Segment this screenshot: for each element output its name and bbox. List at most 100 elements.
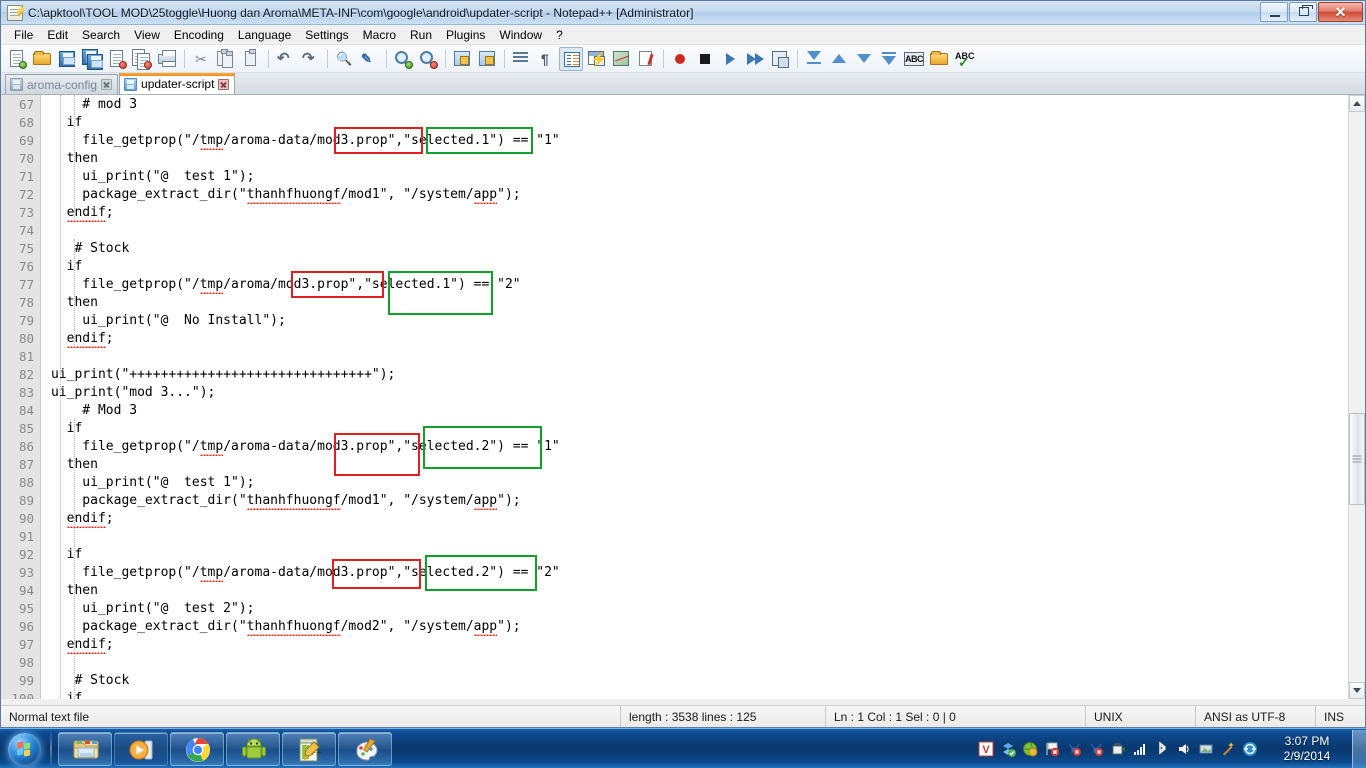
menu-encoding[interactable]: Encoding (167, 26, 231, 44)
new-file-icon[interactable] (5, 47, 29, 71)
open-file-icon[interactable] (30, 47, 54, 71)
vertical-scrollbar[interactable] (1348, 95, 1365, 699)
code-line[interactable]: 82 ui_print("++++++++++++++++++++++++++++… (1, 365, 1348, 383)
tray-globe-icon[interactable] (1022, 741, 1038, 757)
close-tab-icon[interactable] (218, 78, 230, 90)
menu-help[interactable]: ? (549, 26, 570, 44)
run-multi-macro-icon[interactable] (743, 47, 767, 71)
code-line[interactable]: 85 if (1, 419, 1348, 437)
code-line[interactable]: 95 ui_print("@ test 2"); (1, 599, 1348, 617)
open-folder-icon[interactable] (927, 47, 951, 71)
code-line[interactable]: 98 (1, 653, 1348, 671)
tray-magic-icon[interactable] (1220, 741, 1236, 757)
menu-search[interactable]: Search (75, 26, 127, 44)
code-line[interactable]: 69 file_getprop("/tmp/aroma-data/mod3.pr… (1, 131, 1348, 149)
tray-safely-remove-icon[interactable] (1110, 741, 1126, 757)
tray-flag-error-icon[interactable] (1044, 741, 1060, 757)
udl-dialog-icon[interactable]: ⚡ (584, 47, 608, 71)
indent-guide-icon[interactable] (559, 46, 583, 71)
code-line[interactable]: 87 then (1, 455, 1348, 473)
taskbar-notepadpp-icon[interactable]: ++ (282, 731, 336, 766)
undo-icon[interactable]: ↶ (273, 47, 297, 71)
tab-updater-script[interactable]: updater-script (119, 73, 236, 94)
close-file-icon[interactable] (105, 47, 129, 71)
redo-icon[interactable]: ↷ (298, 47, 322, 71)
code-line[interactable]: 84 # Mod 3 (1, 401, 1348, 419)
prev-bookmark-icon[interactable] (827, 47, 851, 71)
code-line[interactable]: 78 then (1, 293, 1348, 311)
code-line[interactable]: 90 endif; (1, 509, 1348, 527)
code-line[interactable]: 100 if (1, 689, 1348, 700)
show-desktop-button[interactable] (1352, 729, 1366, 768)
tray-teamviewer-icon[interactable] (1242, 741, 1258, 757)
verify-spell-icon[interactable]: ABC ✓ (952, 47, 976, 71)
spellcheck-icon[interactable]: ABC (902, 47, 926, 71)
code-line[interactable]: 73 endif; (1, 203, 1348, 221)
menu-file[interactable]: File (7, 26, 40, 44)
replace-icon[interactable]: ✎ (357, 47, 381, 71)
menu-window[interactable]: Window (492, 26, 549, 44)
close-all-icon[interactable] (130, 47, 154, 71)
tray-dropbox-icon[interactable] (1000, 741, 1016, 757)
code-line[interactable]: 92 if (1, 545, 1348, 563)
show-all-chars-icon[interactable]: ¶ (534, 47, 558, 71)
code-line[interactable]: 74 (1, 221, 1348, 239)
code-line[interactable]: 68 if (1, 113, 1348, 131)
play-macro-icon[interactable] (718, 47, 742, 71)
menu-view[interactable]: View (127, 26, 167, 44)
code-line[interactable]: 86 file_getprop("/tmp/aroma-data/mod3.pr… (1, 437, 1348, 455)
word-wrap-icon[interactable] (509, 47, 533, 71)
save-macro-icon[interactable] (768, 47, 792, 71)
function-list-icon[interactable] (634, 47, 658, 71)
taskbar-explorer-icon[interactable] (58, 731, 112, 766)
scroll-up-icon[interactable] (1349, 95, 1365, 112)
doc-map-icon[interactable] (609, 47, 633, 71)
code-line[interactable]: 77 file_getprop("/tmp/aroma/mod3.prop","… (1, 275, 1348, 293)
find-icon[interactable]: 🔍 (332, 47, 356, 71)
tray-signal-icon[interactable] (1132, 741, 1148, 757)
code-line[interactable]: 76 if (1, 257, 1348, 275)
taskbar-android-icon[interactable] (226, 731, 280, 766)
windows-start-orb-icon[interactable] (2, 731, 48, 767)
code-line[interactable]: 75 # Stock (1, 239, 1348, 257)
zoom-in-icon[interactable] (391, 47, 415, 71)
code-line[interactable]: 91 (1, 527, 1348, 545)
menu-plugins[interactable]: Plugins (439, 26, 492, 44)
paste-icon[interactable] (239, 47, 263, 71)
code-line[interactable]: 81 (1, 347, 1348, 365)
menu-language[interactable]: Language (231, 26, 298, 44)
code-line[interactable]: 80 endif; (1, 329, 1348, 347)
cut-icon[interactable]: ✂ (189, 47, 213, 71)
tray-display-icon[interactable] (1198, 741, 1214, 757)
save-icon[interactable] (55, 47, 79, 71)
code-line[interactable]: 94 then (1, 581, 1348, 599)
tray-volume-icon[interactable] (1176, 741, 1192, 757)
first-bookmark-icon[interactable] (802, 47, 826, 71)
taskbar-paint-icon[interactable] (338, 731, 392, 766)
close-button[interactable]: ✕ (1318, 2, 1363, 22)
record-macro-icon[interactable] (668, 47, 692, 71)
print-icon[interactable] (155, 47, 179, 71)
scrollbar-thumb[interactable] (1349, 413, 1365, 505)
stop-macro-icon[interactable] (693, 47, 717, 71)
code-line[interactable]: 96 package_extract_dir("thanhfhuongf/mod… (1, 617, 1348, 635)
code-line[interactable]: 79 ui_print("@ No Install"); (1, 311, 1348, 329)
tray-bluetooth-icon[interactable] (1154, 741, 1170, 757)
menu-macro[interactable]: Macro (356, 26, 403, 44)
tab-aroma-config[interactable]: aroma-config (5, 74, 119, 94)
tray-network-disconnected-2-icon[interactable] (1088, 741, 1104, 757)
taskbar-chrome-icon[interactable] (170, 731, 224, 766)
save-all-icon[interactable] (80, 47, 104, 71)
code-line[interactable]: 72 package_extract_dir("thanhfhuongf/mod… (1, 185, 1348, 203)
code-line[interactable]: 99 # Stock (1, 671, 1348, 689)
code-line[interactable]: 67 # mod 3 (1, 95, 1348, 113)
menu-edit[interactable]: Edit (40, 26, 75, 44)
code-line[interactable]: 71 ui_print("@ test 1"); (1, 167, 1348, 185)
close-tab-icon[interactable] (101, 79, 113, 90)
code-editor[interactable]: 67 # mod 3 68 if 69 file_getprop("/tmp/aro… (1, 95, 1348, 699)
code-line[interactable]: 83 ui_print("mod 3..."); (1, 383, 1348, 401)
taskbar-mediaplayer-icon[interactable] (114, 731, 168, 766)
copy-icon[interactable] (214, 47, 238, 71)
code-line[interactable]: 93 file_getprop("/tmp/aroma-data/mod3.pr… (1, 563, 1348, 581)
code-line[interactable]: 97 endif; (1, 635, 1348, 653)
